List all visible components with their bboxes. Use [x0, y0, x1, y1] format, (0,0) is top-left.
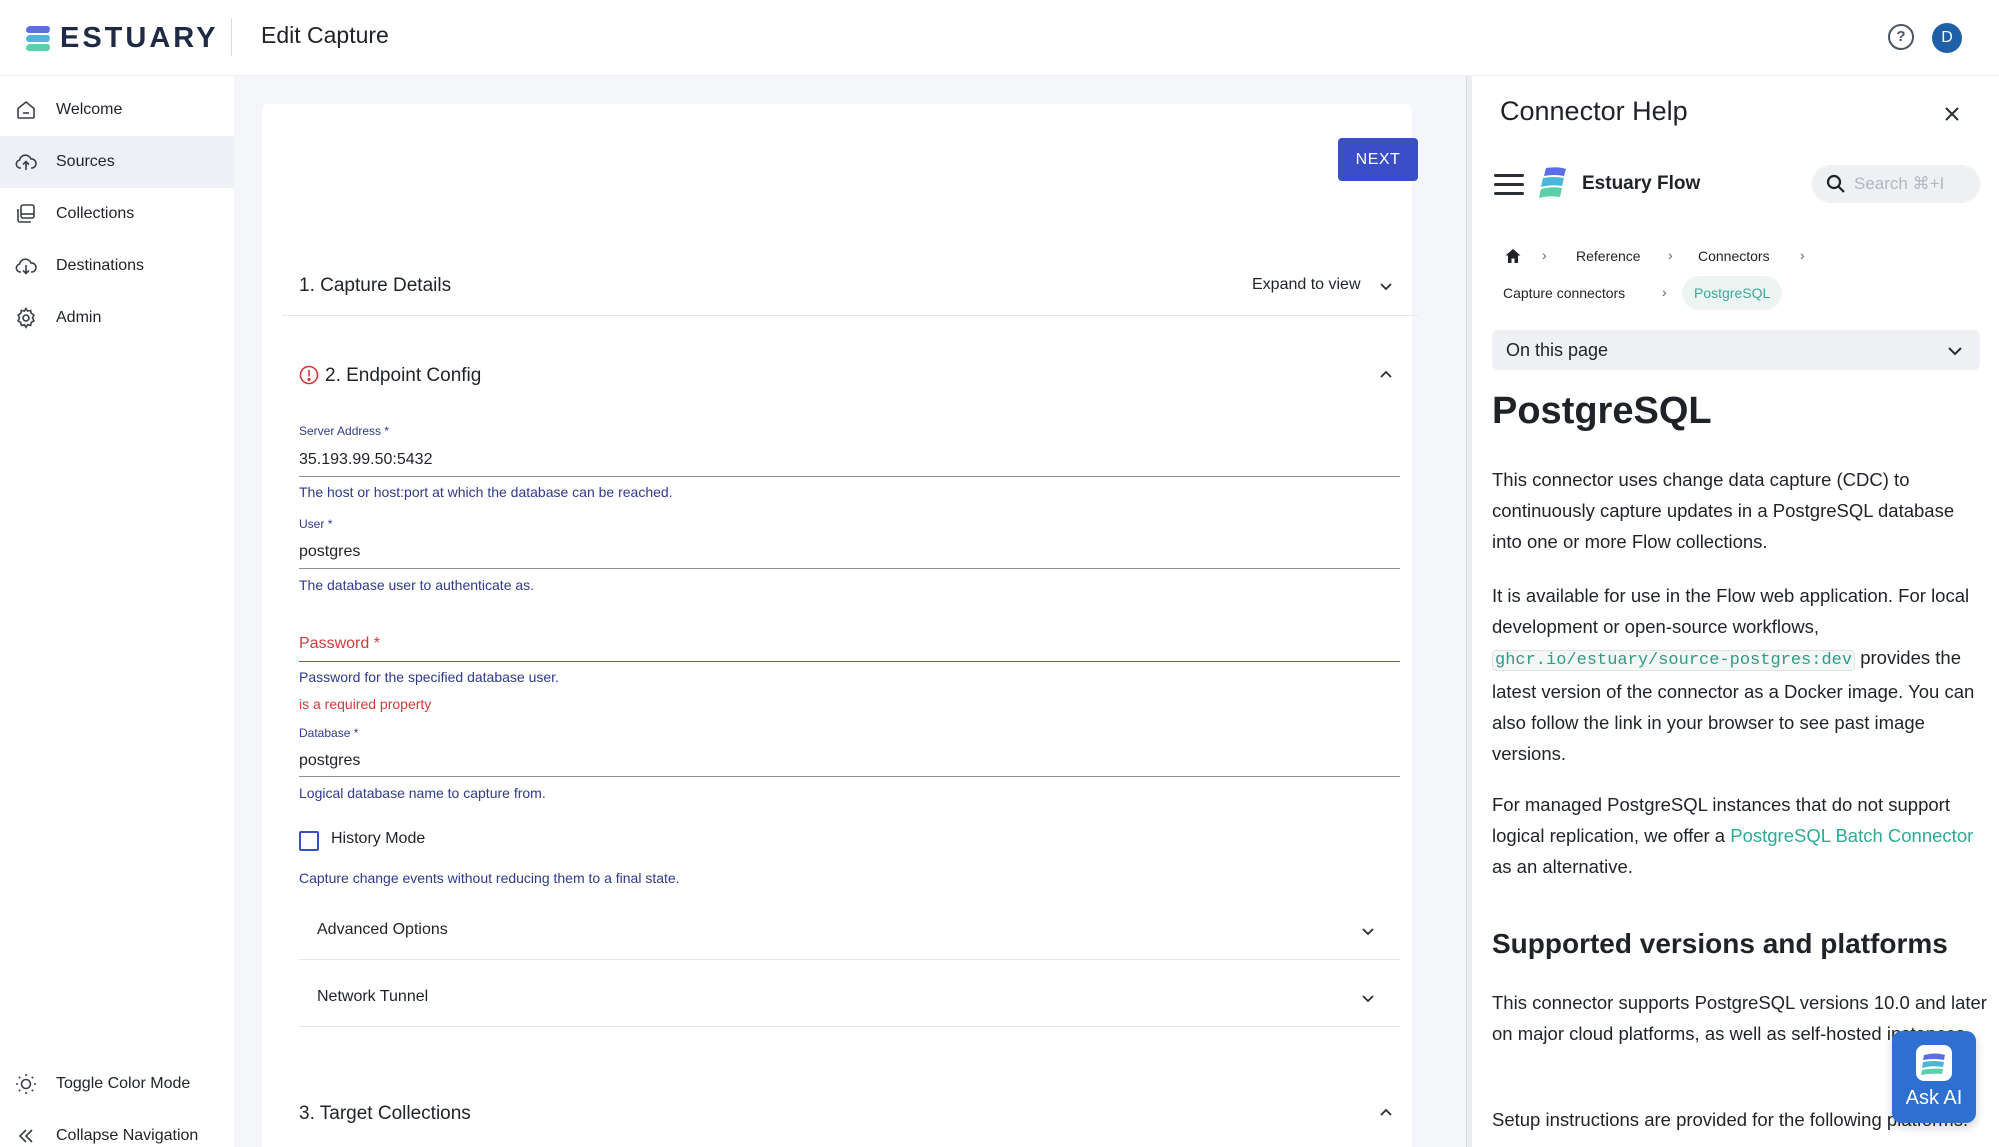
- user-input[interactable]: postgres: [299, 543, 360, 561]
- sidebar-item-label: Collections: [56, 205, 135, 222]
- sidebar-item-label: Sources: [56, 153, 115, 170]
- database-underline: [299, 776, 1400, 777]
- sidebar: Welcome Sources Collections Destinations…: [0, 76, 234, 1147]
- server-address-label: Server Address *: [299, 424, 390, 438]
- network-tunnel-toggle[interactable]: Network Tunnel: [317, 988, 428, 1006]
- server-address-help: The host or host:port at which the datab…: [299, 484, 673, 500]
- chevron-down-icon: [1948, 347, 1962, 356]
- database-help: Logical database name to capture from.: [299, 785, 546, 801]
- expand-to-view-label[interactable]: Expand to view: [1252, 276, 1361, 294]
- database-label: Database *: [299, 726, 359, 740]
- help-icon[interactable]: ?: [1888, 24, 1914, 50]
- password-input[interactable]: Password *: [299, 635, 380, 653]
- breadcrumb-separator: ›: [1542, 247, 1547, 263]
- cloud-download-icon: [15, 258, 37, 275]
- avatar[interactable]: D: [1932, 23, 1962, 53]
- sidebar-item-label: Collapse Navigation: [56, 1127, 199, 1144]
- toggle-color-mode-button[interactable]: Toggle Color Mode: [0, 1058, 234, 1110]
- docker-image-code[interactable]: ghcr.io/estuary/source-postgres:dev: [1492, 650, 1856, 671]
- form-card: [262, 104, 1412, 1147]
- password-help: Password for the specified database user…: [299, 669, 559, 685]
- header-divider: [231, 18, 232, 56]
- collections-icon: [17, 204, 35, 223]
- ask-ai-button[interactable]: Ask AI: [1892, 1031, 1976, 1123]
- chevron-up-icon[interactable]: [1378, 367, 1394, 383]
- section-divider: [299, 1026, 1400, 1027]
- password-error: is a required property: [299, 696, 432, 712]
- breadcrumb-separator: ›: [1668, 247, 1673, 263]
- home-icon[interactable]: [1504, 247, 1522, 265]
- search-icon: [1826, 174, 1845, 193]
- logo-text: ESTUARY: [60, 22, 219, 54]
- estuary-logo-mark-icon: [24, 24, 52, 54]
- page-title: Edit Capture: [261, 22, 389, 48]
- connector-help-title: Connector Help: [1500, 96, 1688, 126]
- sidebar-item-collections[interactable]: Collections: [0, 188, 234, 240]
- sidebar-item-label: Admin: [56, 309, 102, 326]
- postgresql-batch-connector-link[interactable]: PostgreSQL Batch Connector: [1730, 825, 1973, 846]
- breadcrumb-capture-connectors[interactable]: Capture connectors: [1503, 285, 1625, 301]
- doc-title: PostgreSQL: [1492, 390, 1712, 432]
- main-content: [234, 76, 1466, 1147]
- section-target-collections[interactable]: 3. Target Collections: [299, 1103, 471, 1125]
- doc-subheading: Supported versions and platforms: [1492, 928, 1948, 959]
- collapse-navigation-button[interactable]: Collapse Navigation: [0, 1110, 234, 1147]
- next-button[interactable]: NEXT: [1338, 138, 1418, 181]
- breadcrumb-reference[interactable]: Reference: [1576, 248, 1641, 264]
- sidebar-item-label: Destinations: [56, 257, 145, 274]
- breadcrumb-separator: ›: [1800, 247, 1805, 263]
- history-mode-checkbox[interactable]: [299, 831, 319, 851]
- gear-icon: [17, 306, 35, 329]
- estuary-flow-logo-icon: [1539, 167, 1566, 198]
- menu-icon[interactable]: [1494, 172, 1524, 196]
- error-icon: [299, 365, 319, 385]
- home-icon: [17, 100, 35, 119]
- sidebar-item-label: Welcome: [56, 101, 123, 118]
- section-divider: [282, 315, 1418, 316]
- sidebar-item-destinations[interactable]: Destinations: [0, 240, 234, 292]
- double-chevron-left-icon: [18, 1129, 33, 1143]
- top-bar: ESTUARY Edit Capture ? D: [0, 0, 1999, 76]
- history-mode-help: Capture change events without reducing t…: [299, 870, 680, 886]
- chevron-down-icon[interactable]: [1360, 990, 1376, 1006]
- user-help: The database user to authenticate as.: [299, 577, 535, 593]
- on-this-page-dropdown[interactable]: On this page: [1492, 330, 1980, 370]
- section-endpoint-config[interactable]: 2. Endpoint Config: [325, 365, 481, 387]
- database-input[interactable]: postgres: [299, 752, 360, 770]
- ask-ai-label: Ask AI: [1905, 1087, 1963, 1109]
- doc-paragraph: This connector uses change data capture …: [1492, 469, 1955, 552]
- cloud-upload-icon: [15, 154, 37, 170]
- doc-paragraph: It is available for use in the Flow web …: [1492, 585, 1975, 764]
- sidebar-item-label: Toggle Color Mode: [56, 1075, 191, 1092]
- chevron-up-icon[interactable]: [1378, 1105, 1394, 1121]
- estuary-logo[interactable]: ESTUARY: [24, 22, 219, 55]
- chevron-down-icon[interactable]: [1360, 923, 1376, 939]
- password-underline: [299, 661, 1400, 662]
- sidebar-item-welcome[interactable]: Welcome: [0, 84, 234, 136]
- section-divider: [299, 959, 1400, 960]
- on-this-page-label: On this page: [1506, 340, 1609, 360]
- site-title[interactable]: Estuary Flow: [1582, 173, 1700, 195]
- search-input[interactable]: Search ⌘+I: [1812, 165, 1980, 203]
- chevron-down-icon[interactable]: [1378, 278, 1394, 294]
- advanced-options-toggle[interactable]: Advanced Options: [317, 921, 448, 939]
- server-address-input[interactable]: 35.193.99.50:5432: [299, 451, 432, 469]
- section-capture-details[interactable]: 1. Capture Details: [299, 275, 451, 297]
- close-icon[interactable]: [1940, 102, 1964, 126]
- search-placeholder: Search ⌘+I: [1854, 174, 1945, 193]
- sidebar-item-admin[interactable]: Admin: [0, 292, 234, 344]
- ask-ai-icon: [1916, 1045, 1952, 1081]
- server-address-underline: [299, 476, 1400, 477]
- user-label: User *: [299, 517, 333, 531]
- sidebar-item-sources[interactable]: Sources: [0, 136, 234, 188]
- sun-icon: [16, 1074, 36, 1094]
- user-underline: [299, 568, 1400, 569]
- breadcrumb-postgresql[interactable]: PostgreSQL: [1682, 276, 1783, 310]
- doc-paragraph: For managed PostgreSQL instances that do…: [1492, 794, 1974, 877]
- breadcrumb-separator: ›: [1662, 284, 1667, 300]
- breadcrumb-connectors[interactable]: Connectors: [1698, 248, 1770, 264]
- history-mode-label[interactable]: History Mode: [331, 830, 425, 848]
